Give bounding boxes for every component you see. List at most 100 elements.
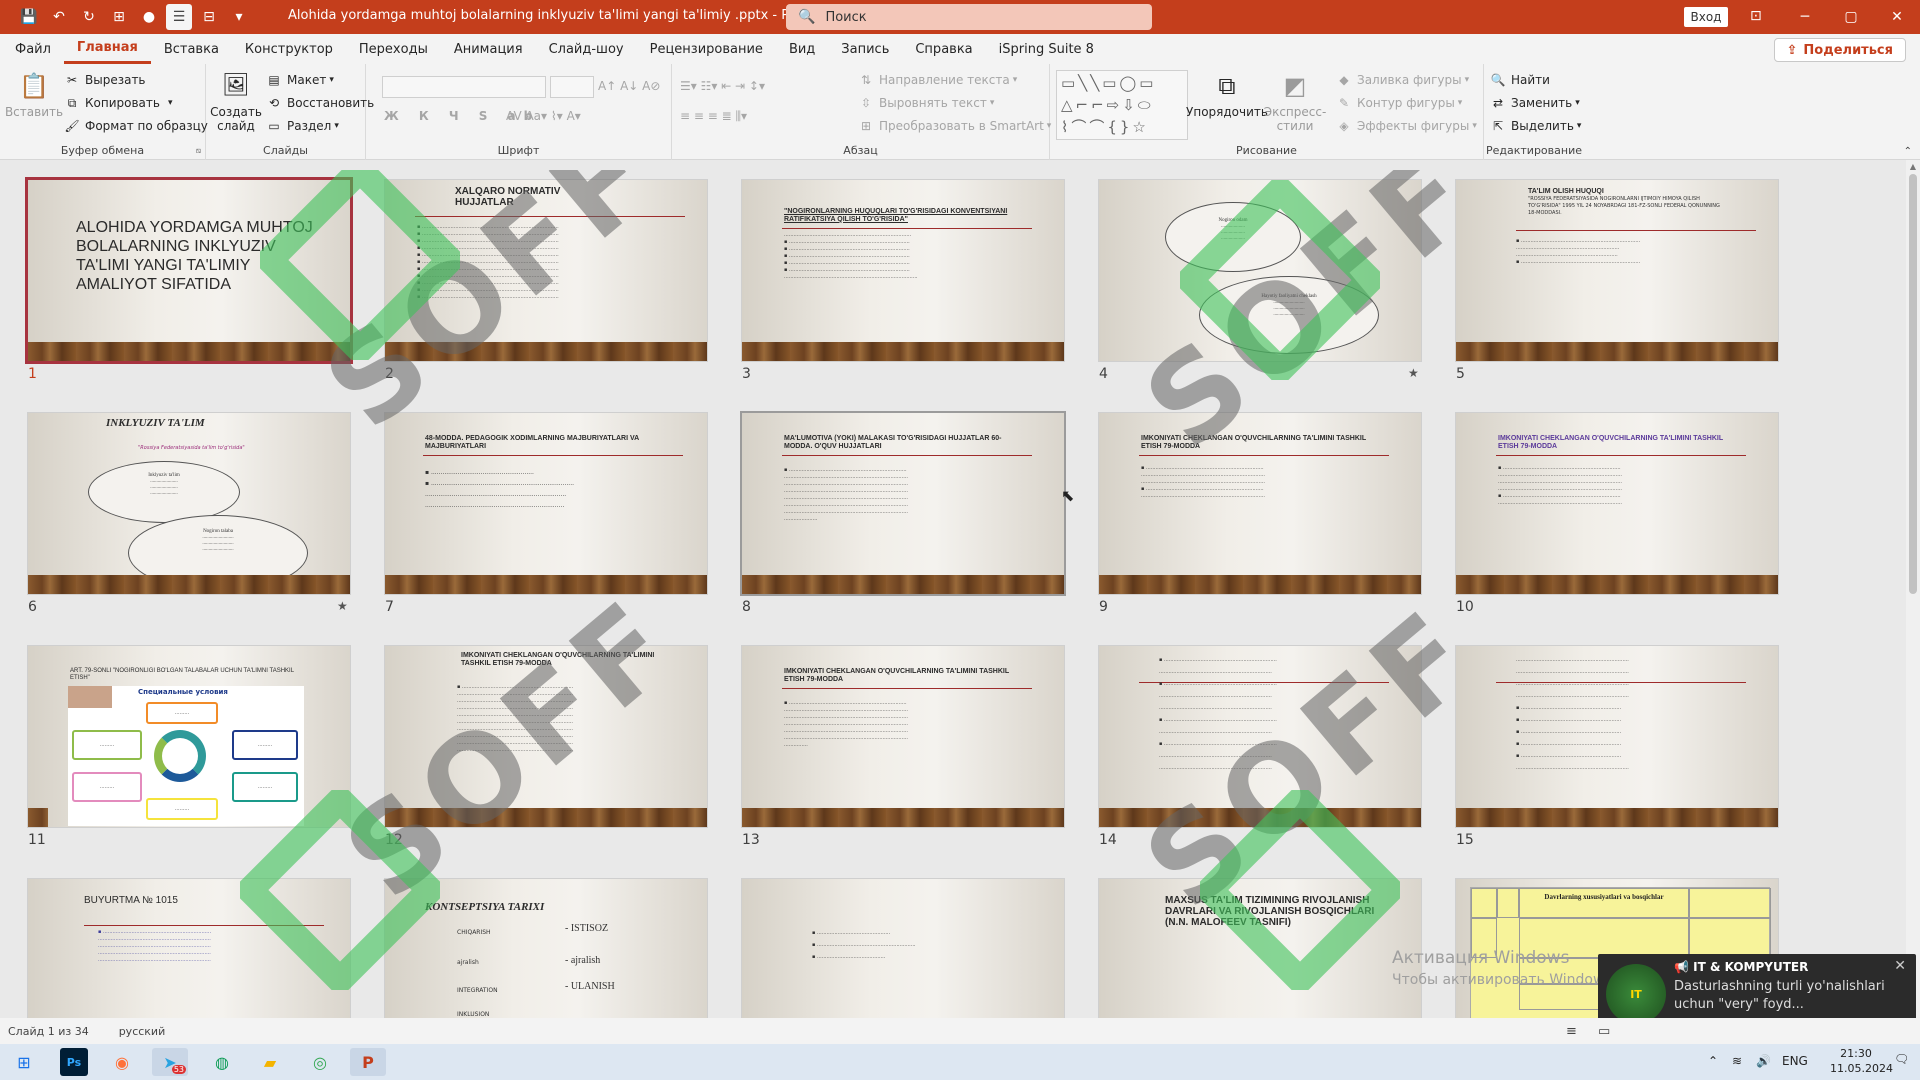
tab-review[interactable]: Рецензирование xyxy=(637,34,776,64)
mode-icon[interactable]: ⊟ xyxy=(196,4,222,30)
cut-button[interactable]: ✂ Вырезать xyxy=(64,70,146,90)
powerpoint-icon[interactable]: P xyxy=(350,1048,386,1076)
minimize-button[interactable]: ─ xyxy=(1782,0,1828,34)
concept-row: - ULANISH xyxy=(565,981,615,992)
telegram-icon[interactable]: ➤ 53 xyxy=(152,1048,188,1076)
save-icon[interactable]: 💾 xyxy=(16,4,42,30)
tab-ispring[interactable]: iSpring Suite 8 xyxy=(986,34,1107,64)
format-painter-button[interactable]: 🖌 Формат по образцу xyxy=(64,116,208,136)
customize-qat-icon[interactable]: ▾ xyxy=(226,4,252,30)
slide-thumbnail-8[interactable]: MA'LUMOTIVA (YOKI) MALAKASI TO'G'RISIDAG… xyxy=(742,413,1064,594)
smartart-button[interactable]: ⊞ Преобразовать в SmartArt ▾ xyxy=(858,116,1051,136)
new-slide-button[interactable]: 🖼 Создать слайд xyxy=(210,70,262,134)
select-button[interactable]: ⇱ Выделить ▾ xyxy=(1490,116,1581,136)
paste-button[interactable]: 📋 Вставить xyxy=(5,70,63,119)
present-icon[interactable]: ⊞ xyxy=(106,4,132,30)
ribbon-display-icon[interactable]: ⊡ xyxy=(1750,8,1762,24)
collapse-ribbon-icon[interactable]: ⌃ xyxy=(1904,146,1912,157)
quick-styles-button[interactable]: ◩ Экспресс-стили xyxy=(1262,70,1328,133)
slide-thumbnail-6[interactable]: INKLYUZIV TA'LIM "Rossiya Federatsiyasid… xyxy=(28,413,350,594)
tab-transitions[interactable]: Переходы xyxy=(346,34,441,64)
redo-icon[interactable]: ↻ xyxy=(76,4,102,30)
char-spacing-icon[interactable]: AV Aa▾ ⌇▾ A▾ xyxy=(506,106,581,126)
replace-button[interactable]: ⇄ Заменить ▾ xyxy=(1490,93,1580,113)
slide-thumbnail-13[interactable]: IMKONIYATI CHEKLANGAN O'QUVCHILARNING TA… xyxy=(742,646,1064,827)
slide-thumbnail-5[interactable]: TA'LIM OLISH HUQUQI "ROSSIYA FEDERATSIYA… xyxy=(1456,180,1778,361)
find-button[interactable]: 🔍 Найти xyxy=(1490,70,1550,90)
start-icon[interactable]: ⊞ xyxy=(6,1048,42,1076)
font-size-field[interactable] xyxy=(550,76,594,98)
slide-body: ▪ ......................................… xyxy=(1141,465,1265,499)
normal-view-icon[interactable]: ▭ xyxy=(1598,1024,1610,1039)
tab-animations[interactable]: Анимация xyxy=(441,34,536,64)
slide-thumbnail-19[interactable]: MAXSUS TA'LIM TIZIMINING RIVOJLANISH DAV… xyxy=(1099,879,1421,1018)
notification-center-icon[interactable]: 🗨 xyxy=(1894,1052,1909,1066)
edge-icon[interactable]: ◍ xyxy=(204,1048,240,1076)
slide-thumbnail-11[interactable]: ART. 79-SONLI "NOGIRONLIGI BO'LGAN TALAB… xyxy=(28,646,350,827)
scroll-up-icon[interactable]: ▲ xyxy=(1906,162,1920,172)
signin-button[interactable]: Вход xyxy=(1684,7,1728,27)
wifi-icon[interactable]: ≋ xyxy=(1732,1054,1742,1068)
tab-slideshow[interactable]: Слайд-шоу xyxy=(536,34,637,64)
photoshop-icon[interactable]: Ps xyxy=(60,1048,88,1076)
tab-file[interactable]: Файл xyxy=(2,34,64,64)
slide-thumbnail-7[interactable]: 48-MODDA. PEDAGOGIK XODIMLARNING MAJBURI… xyxy=(385,413,707,594)
text-direction-button[interactable]: ⇅ Направление текста ▾ xyxy=(858,70,1017,90)
slide-thumbnail-17[interactable]: KONTSEPTSIYA TARIXI CHIQARISH - ISTISOZ … xyxy=(385,879,707,1018)
arrange-button[interactable]: ⧉ Упорядочить xyxy=(1186,70,1268,119)
slide-thumbnail-18[interactable]: ▪ ......................................… xyxy=(742,879,1064,1018)
tab-insert[interactable]: Вставка xyxy=(151,34,232,64)
firefox-icon[interactable]: ◉ xyxy=(104,1048,140,1076)
shape-effects-button[interactable]: ◈ Эффекты фигуры ▾ xyxy=(1336,116,1477,136)
font-name-field[interactable] xyxy=(382,76,546,98)
share-button[interactable]: ⇪ Поделиться xyxy=(1773,38,1906,62)
shapes-gallery[interactable]: ▭╲╲▭◯▭ △⌐⌐⇨⇩⬭ ⌇⌒⌒{}☆ xyxy=(1056,70,1188,140)
close-icon[interactable]: ✕ xyxy=(1894,958,1906,974)
vertical-scrollbar[interactable]: ▲ ▼ xyxy=(1906,160,1920,1020)
scrollbar-thumb[interactable] xyxy=(1909,174,1917,594)
slide-thumbnail-10[interactable]: IMKONIYATI CHEKLANGAN O'QUVCHILARNING TA… xyxy=(1456,413,1778,594)
reset-button[interactable]: ⟲ Восстановить xyxy=(266,93,374,113)
shape-outline-button[interactable]: ✎ Контур фигуры ▾ xyxy=(1336,93,1462,113)
ribbon-tabs: Файл Главная Вставка Конструктор Переход… xyxy=(0,34,1920,64)
file-explorer-icon[interactable]: ▰ xyxy=(252,1048,288,1076)
slide-thumbnail-16[interactable]: BUYURTMA № 1015 ▪ ......................… xyxy=(28,879,350,1018)
align-buttons[interactable]: ≡ ≡ ≡ ≣ ⫼▾ xyxy=(680,106,747,126)
align-text-button[interactable]: ⇳ Выровнять текст ▾ xyxy=(858,93,994,113)
maximize-button[interactable]: ▢ xyxy=(1828,0,1874,34)
section-button[interactable]: ▭ Раздел ▾ xyxy=(266,116,339,136)
input-language[interactable]: ENG xyxy=(1782,1054,1808,1068)
slide-thumbnail-15[interactable]: ........................................… xyxy=(1456,646,1778,827)
new-slide-label: Создать слайд xyxy=(210,105,262,133)
layout-button[interactable]: ▤ Макет ▾ xyxy=(266,70,334,90)
slide-thumbnail-2[interactable]: XALQARO NORMATIV HUJJATLAR ▪ ...........… xyxy=(385,180,707,361)
clock[interactable]: 21:30 11.05.2024 xyxy=(1830,1046,1893,1076)
tab-view[interactable]: Вид xyxy=(776,34,828,64)
slide-thumbnail-12[interactable]: IMKONIYATI CHEKLANGAN O'QUVCHILARNING TA… xyxy=(385,646,707,827)
slide-thumbnail-3[interactable]: "NOGIRONLARNING HUQUQLARI TO'G'RISIDAGI … xyxy=(742,180,1064,361)
grow-font-icon[interactable]: A↑ A↓ A⊘ xyxy=(598,76,660,96)
volume-icon[interactable]: 🔊 xyxy=(1756,1054,1771,1068)
dialog-launcher-icon[interactable]: ⧅ xyxy=(196,146,201,156)
slide-thumbnail-14[interactable]: ▪ ......................................… xyxy=(1099,646,1421,827)
search-box[interactable]: 🔍 Поиск xyxy=(786,4,1152,30)
layout-icon[interactable]: ☰ xyxy=(166,4,192,30)
copy-button[interactable]: ⧉ Копировать ▾ xyxy=(64,93,173,113)
list-buttons[interactable]: ☰▾ ☷▾ ⇤ ⇥ ↕▾ xyxy=(680,76,765,96)
notes-icon[interactable]: ≡ xyxy=(1566,1024,1577,1039)
tab-help[interactable]: Справка xyxy=(902,34,985,64)
shape-fill-button[interactable]: ◆ Заливка фигуры ▾ xyxy=(1336,70,1469,90)
tab-home[interactable]: Главная xyxy=(63,34,151,64)
slide-body: ▪ ......................................… xyxy=(417,224,559,300)
language-indicator[interactable]: русский xyxy=(119,1025,166,1038)
slide-thumbnail-9[interactable]: IMKONIYATI CHEKLANGAN O'QUVCHILARNING TA… xyxy=(1099,413,1421,594)
close-button[interactable]: ✕ xyxy=(1874,0,1920,34)
record-icon[interactable]: ● xyxy=(136,4,162,30)
slide-thumbnail-1[interactable]: ALOHIDA YORDAMGA MUHTOJ BOLALARNING INKL… xyxy=(28,180,350,361)
tab-design[interactable]: Конструктор xyxy=(232,34,346,64)
undo-icon[interactable]: ↶ xyxy=(46,4,72,30)
tab-record[interactable]: Запись xyxy=(828,34,902,64)
chrome-icon[interactable]: ◎ xyxy=(302,1048,338,1076)
tray-chevron-icon[interactable]: ⌃ xyxy=(1708,1054,1718,1068)
slide-thumbnail-4[interactable]: Nogiron odam............................… xyxy=(1099,180,1421,361)
